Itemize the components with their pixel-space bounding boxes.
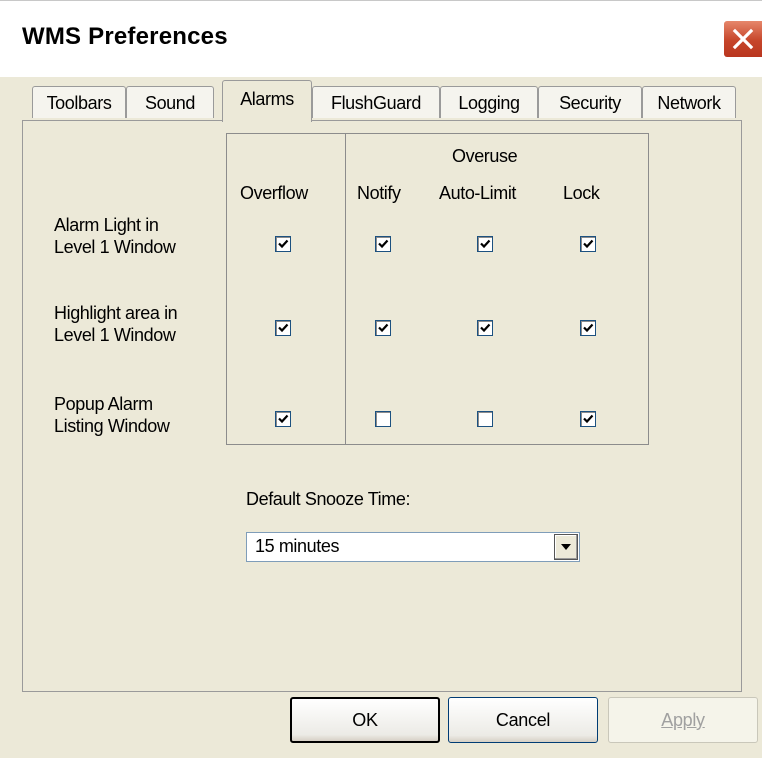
apply-button-label: Apply bbox=[661, 710, 705, 730]
checkbox-popup-alarm-auto-limit[interactable] bbox=[477, 411, 493, 427]
close-icon bbox=[732, 28, 754, 50]
checkmark-icon bbox=[278, 414, 289, 424]
tab-alarms[interactable]: Alarms bbox=[222, 80, 312, 122]
tab-logging[interactable]: Logging bbox=[440, 86, 538, 118]
tab-flushguard[interactable]: FlushGuard bbox=[312, 86, 440, 118]
checkbox-highlight-area-notify[interactable] bbox=[375, 320, 391, 336]
checkbox-popup-alarm-notify[interactable] bbox=[375, 411, 391, 427]
tab-toolbars[interactable]: Toolbars bbox=[32, 86, 126, 118]
checkbox-popup-alarm-overflow[interactable] bbox=[275, 411, 291, 427]
dropdown-arrow-button[interactable] bbox=[554, 534, 578, 560]
checkmark-icon bbox=[378, 239, 389, 249]
chevron-down-icon bbox=[561, 544, 571, 550]
row-label-popup-alarm: Popup Alarm Listing Window bbox=[54, 393, 170, 437]
snooze-time-select[interactable]: 15 minutes bbox=[246, 532, 580, 562]
row-label-line: Highlight area in bbox=[54, 303, 178, 323]
row-label-line: Popup Alarm bbox=[54, 394, 153, 414]
row-label-line: Listing Window bbox=[54, 416, 170, 436]
row-label-line: Level 1 Window bbox=[54, 237, 176, 257]
checkbox-highlight-area-overflow[interactable] bbox=[275, 320, 291, 336]
column-header-auto-limit: Auto-Limit bbox=[439, 183, 517, 203]
tab-sound[interactable]: Sound bbox=[126, 86, 214, 118]
checkmark-icon bbox=[278, 323, 289, 333]
checkmark-icon bbox=[480, 323, 491, 333]
checkbox-highlight-area-lock[interactable] bbox=[580, 320, 596, 336]
checkmark-icon bbox=[583, 414, 594, 424]
ok-button[interactable]: OK bbox=[290, 697, 440, 743]
checkbox-highlight-area-auto-limit[interactable] bbox=[477, 320, 493, 336]
checkmark-icon bbox=[480, 239, 491, 249]
preferences-window: WMS Preferences Toolbars Sound Alarms Fl… bbox=[0, 0, 762, 758]
overuse-group-header: Overuse bbox=[452, 146, 518, 166]
row-label-highlight-area: Highlight area in Level 1 Window bbox=[54, 302, 178, 346]
checkbox-alarm-light-overflow[interactable] bbox=[275, 236, 291, 252]
grid-divider bbox=[345, 133, 346, 445]
snooze-time-label: Default Snooze Time: bbox=[246, 489, 411, 509]
row-label-line: Alarm Light in bbox=[54, 215, 159, 235]
tab-security[interactable]: Security bbox=[538, 86, 642, 118]
apply-button[interactable]: Apply bbox=[608, 697, 758, 743]
alarm-options-grid bbox=[226, 133, 649, 445]
checkbox-alarm-light-notify[interactable] bbox=[375, 236, 391, 252]
tab-network[interactable]: Network bbox=[642, 86, 736, 118]
column-header-notify: Notify bbox=[357, 183, 401, 203]
checkmark-icon bbox=[583, 239, 594, 249]
close-button[interactable] bbox=[722, 19, 762, 59]
row-label-alarm-light: Alarm Light in Level 1 Window bbox=[54, 214, 176, 258]
checkbox-alarm-light-auto-limit[interactable] bbox=[477, 236, 493, 252]
checkmark-icon bbox=[378, 323, 389, 333]
checkbox-popup-alarm-lock[interactable] bbox=[580, 411, 596, 427]
checkbox-alarm-light-lock[interactable] bbox=[580, 236, 596, 252]
checkmark-icon bbox=[583, 323, 594, 333]
cancel-button[interactable]: Cancel bbox=[448, 697, 598, 743]
column-header-overflow: Overflow bbox=[240, 183, 308, 203]
window-title: WMS Preferences bbox=[22, 23, 228, 50]
checkmark-icon bbox=[278, 239, 289, 249]
snooze-time-value: 15 minutes bbox=[255, 536, 340, 556]
row-label-line: Level 1 Window bbox=[54, 325, 176, 345]
title-bar: WMS Preferences bbox=[0, 0, 762, 77]
column-header-lock: Lock bbox=[563, 183, 600, 203]
